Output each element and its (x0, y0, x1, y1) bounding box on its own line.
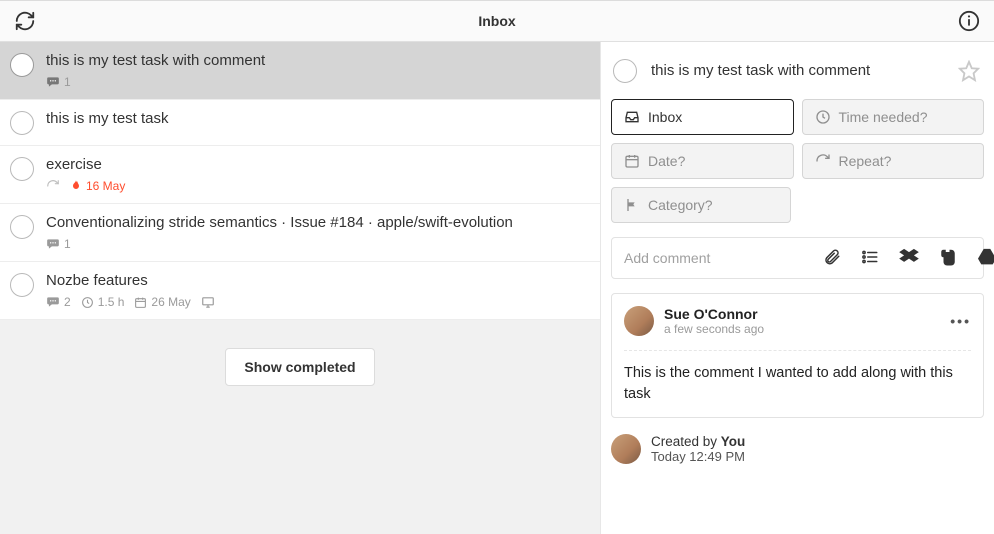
comment-body: This is the comment I wanted to add alon… (624, 350, 971, 405)
task-list: this is my test task with comment 1 this… (0, 42, 601, 534)
flame-icon (70, 179, 82, 193)
complete-checkbox[interactable] (10, 157, 34, 181)
created-by: Created by You Today 12:49 PM (611, 434, 984, 464)
complete-checkbox[interactable] (10, 273, 34, 297)
task-row[interactable]: this is my test task (0, 100, 600, 146)
recurring-indicator (46, 179, 60, 193)
prop-label: Repeat? (839, 153, 892, 169)
detail-title[interactable]: this is my test task with comment (651, 62, 944, 79)
calendar-icon (134, 296, 147, 309)
page-title: Inbox (478, 13, 515, 29)
comment-more-icon[interactable]: ••• (950, 313, 971, 329)
complete-checkbox[interactable] (10, 215, 34, 239)
prop-date[interactable]: Date? (611, 143, 794, 179)
prop-inbox[interactable]: Inbox (611, 99, 794, 135)
task-row[interactable]: Conventionalizing stride semantics · Iss… (0, 204, 600, 262)
dropbox-icon[interactable] (899, 248, 919, 268)
prop-label: Time needed? (839, 109, 928, 125)
prop-repeat[interactable]: Repeat? (802, 143, 985, 179)
prop-label: Category? (648, 197, 713, 213)
comment-time: a few seconds ago (664, 322, 764, 336)
comments-count: 1 (46, 75, 71, 89)
recur-icon (46, 179, 60, 193)
evernote-icon[interactable] (939, 248, 957, 268)
task-row[interactable]: this is my test task with comment 1 (0, 42, 600, 100)
complete-checkbox[interactable] (10, 111, 34, 135)
task-title: this is my test task with comment (46, 52, 588, 69)
comments-count: 1 (46, 237, 71, 251)
inbox-icon (624, 109, 640, 125)
task-row[interactable]: Nozbe features 2 1.5 h 26 May (0, 262, 600, 320)
attach-icon[interactable] (823, 248, 841, 268)
calendar-icon (624, 153, 640, 169)
clock-icon (815, 109, 831, 125)
prop-label: Date? (648, 153, 685, 169)
flag-icon (624, 197, 640, 213)
display-icon (201, 296, 215, 309)
info-icon[interactable] (956, 8, 982, 34)
task-title: this is my test task (46, 110, 588, 127)
task-detail-panel: this is my test task with comment Inbox … (601, 42, 994, 534)
show-completed-button[interactable]: Show completed (225, 348, 374, 386)
star-icon[interactable] (958, 60, 980, 82)
comment-icon (46, 296, 60, 308)
comments-count: 2 (46, 295, 71, 309)
task-title: exercise (46, 156, 588, 173)
task-title: Nozbe features (46, 272, 588, 289)
drive-icon[interactable] (977, 248, 994, 268)
sync-icon[interactable] (12, 8, 38, 34)
complete-checkbox[interactable] (613, 59, 637, 83)
clock-icon (81, 296, 94, 309)
complete-checkbox[interactable] (10, 53, 34, 77)
prop-label: Inbox (648, 109, 682, 125)
topbar: Inbox (0, 0, 994, 42)
date-label: 26 May (134, 295, 190, 309)
comment-input-box (611, 237, 984, 279)
repeat-icon (815, 153, 831, 169)
comment-icon (46, 76, 60, 88)
task-row[interactable]: exercise 16 May (0, 146, 600, 204)
checklist-icon[interactable] (861, 248, 879, 268)
comment-card: Sue O'Connor a few seconds ago ••• This … (611, 293, 984, 418)
task-title: Conventionalizing stride semantics · Iss… (46, 214, 588, 231)
comment-author: Sue O'Connor (664, 306, 764, 322)
due-date: 16 May (70, 179, 125, 193)
avatar (611, 434, 641, 464)
comment-input[interactable] (624, 250, 805, 266)
time-needed: 1.5 h (81, 295, 125, 309)
prop-time[interactable]: Time needed? (802, 99, 985, 135)
comment-icon (46, 238, 60, 250)
avatar (624, 306, 654, 336)
prop-category[interactable]: Category? (611, 187, 791, 223)
display-indicator (201, 296, 215, 309)
